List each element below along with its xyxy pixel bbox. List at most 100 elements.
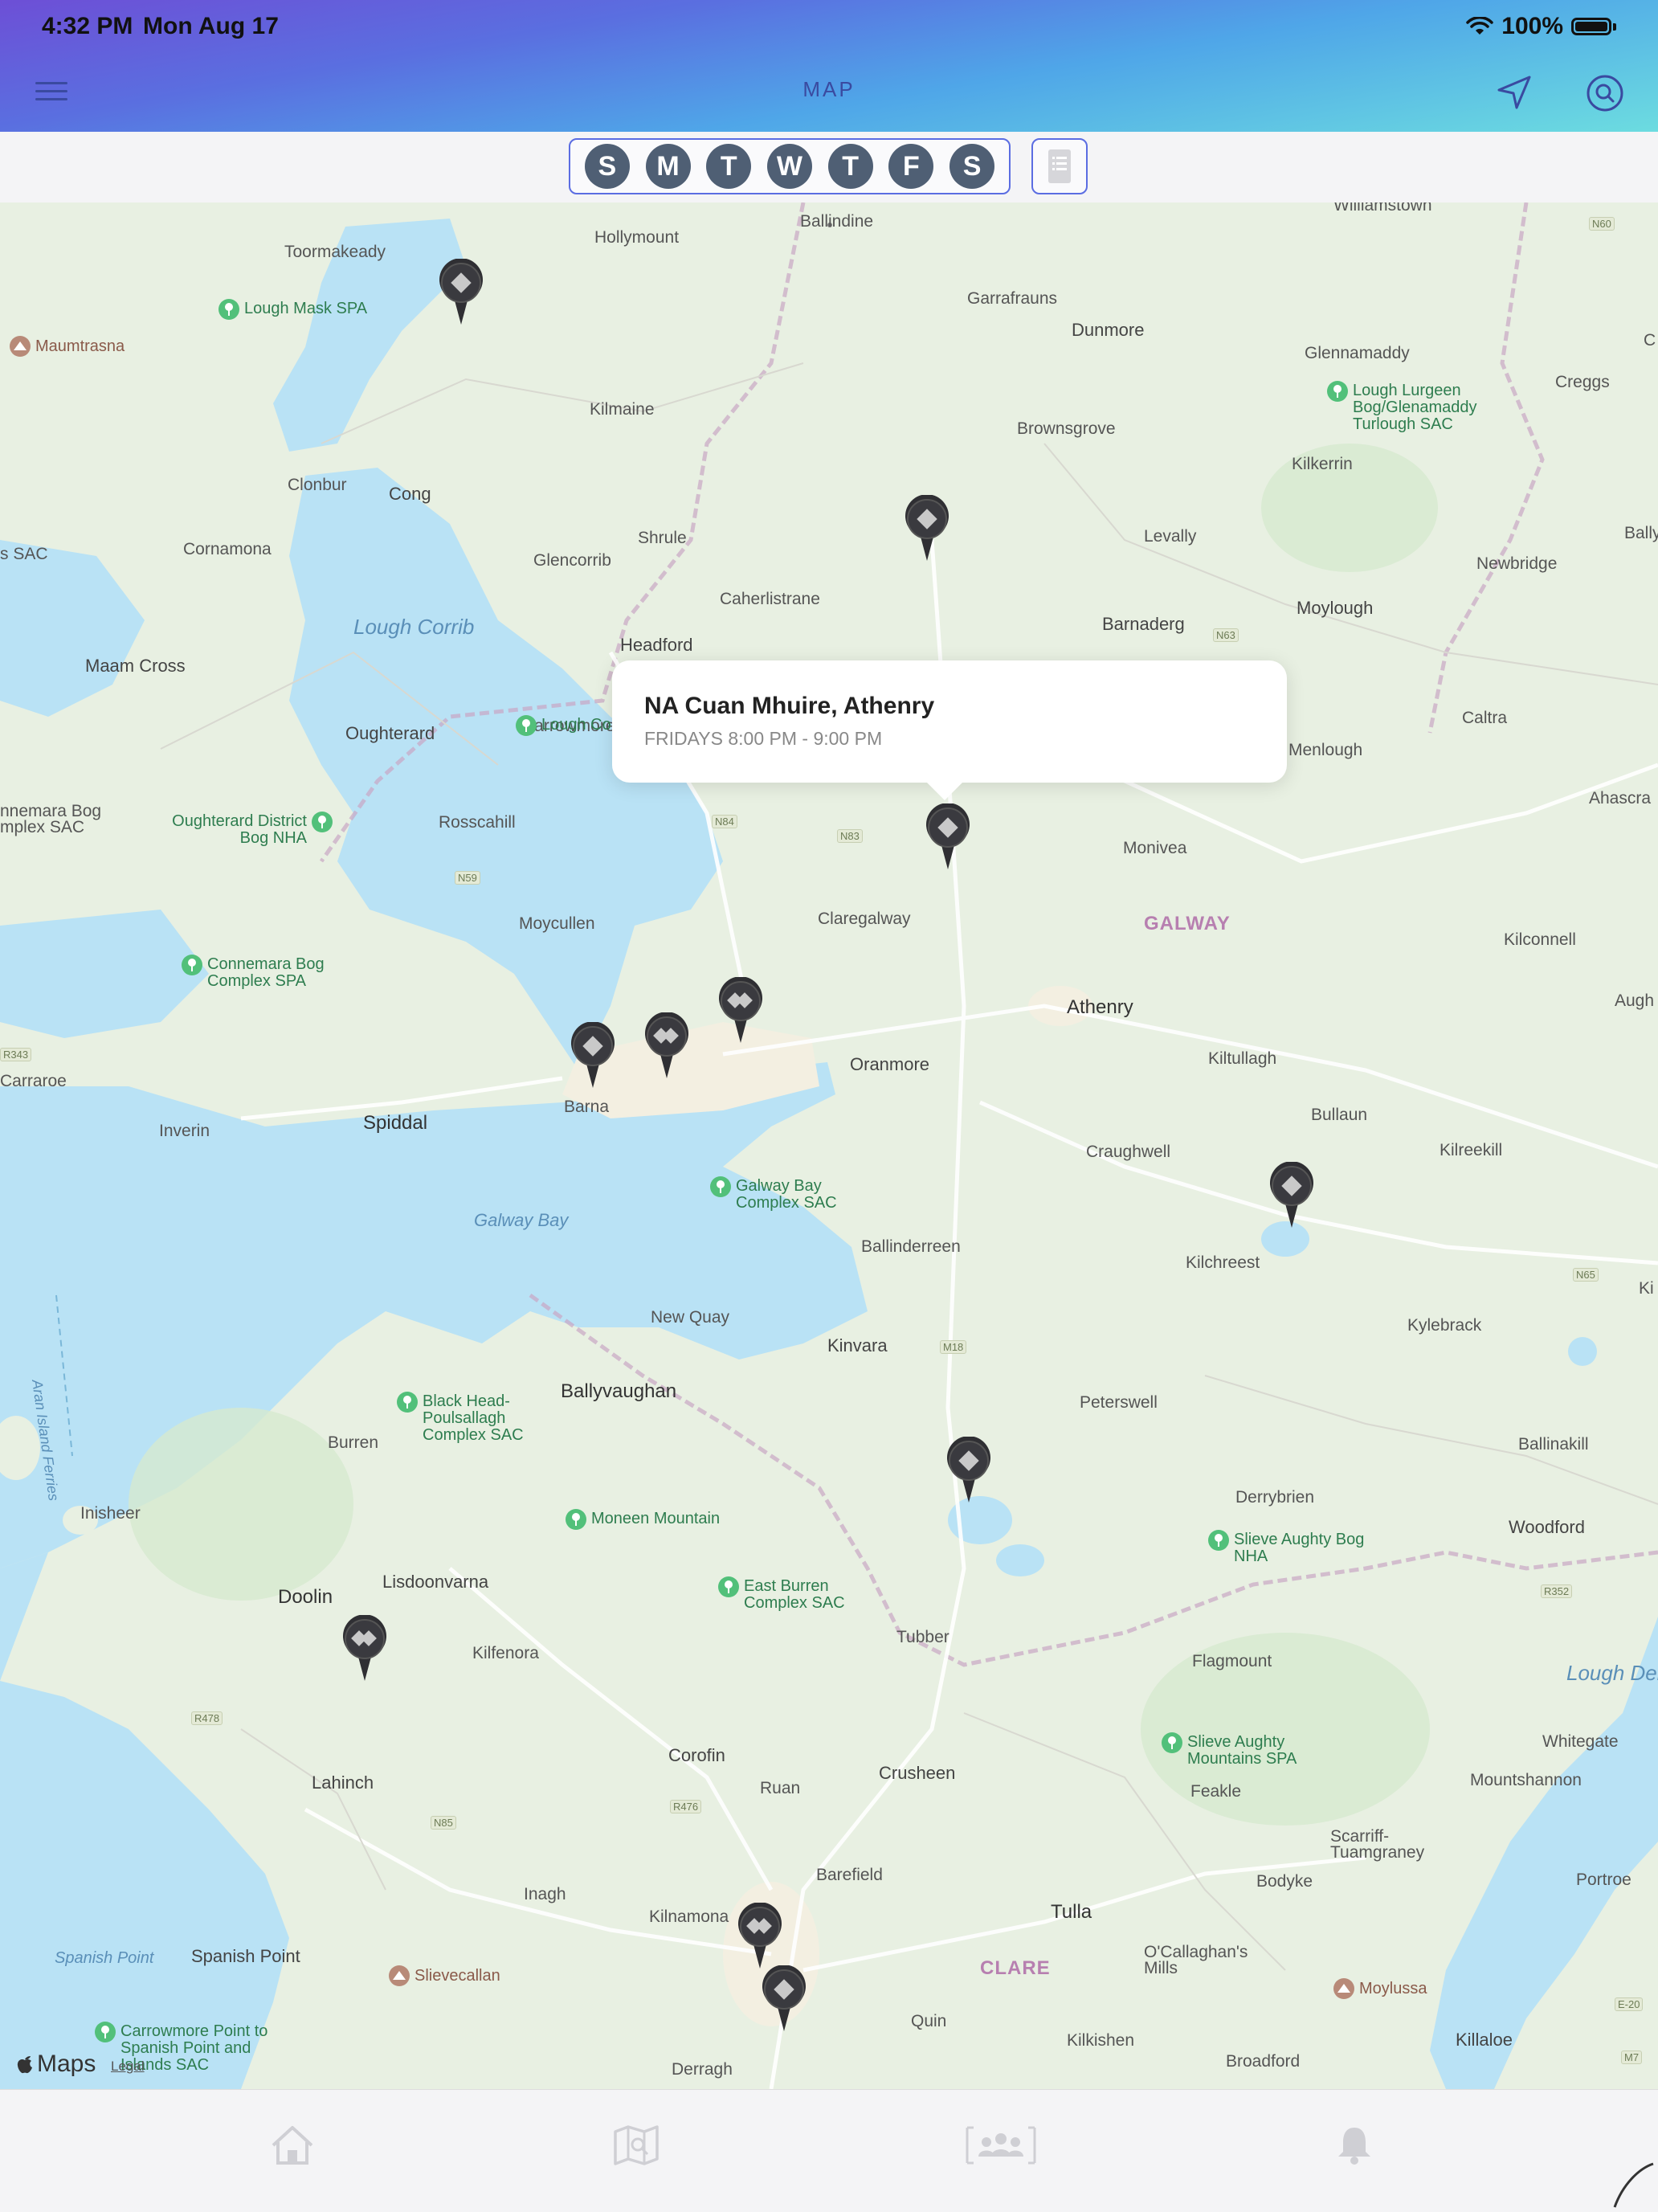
- label-ballygar: Ballyga: [1624, 524, 1658, 542]
- label-broadford: Broadford: [1226, 2052, 1301, 2071]
- park-moneen-mountain: Moneen Mountain: [566, 1509, 720, 1530]
- label-oughterard: Oughterard: [345, 723, 435, 743]
- road-shield: E-20: [1615, 1997, 1644, 2011]
- day-button-friday[interactable]: F: [888, 144, 934, 189]
- meeting-pin-cluster[interactable]: [736, 1903, 784, 1970]
- park-galway-bay: Galway Bay Complex SAC: [710, 1176, 855, 1212]
- meeting-pin-cluster[interactable]: [717, 977, 765, 1045]
- mountain-moylussa: Moylussa: [1333, 1978, 1427, 1999]
- list-view-button[interactable]: [1031, 138, 1088, 194]
- label-kilkerrin: Kilkerrin: [1292, 455, 1353, 473]
- label-kilx: Ki: [1639, 1279, 1654, 1298]
- road-shield: M7: [1621, 2050, 1643, 2064]
- meeting-pin[interactable]: [569, 1022, 617, 1090]
- label-burren: Burren: [328, 1433, 379, 1452]
- road-shield: R478: [191, 1711, 223, 1725]
- meeting-pin[interactable]: [1268, 1162, 1316, 1229]
- mountain-maumtrasna: Maumtrasna: [10, 336, 125, 357]
- meeting-pin[interactable]: [945, 1437, 993, 1504]
- label-craughwell: Craughwell: [1086, 1143, 1171, 1161]
- meeting-pin[interactable]: [437, 259, 485, 326]
- park-icon: [710, 1176, 731, 1197]
- day-button-sunday[interactable]: S: [584, 144, 630, 189]
- search-icon[interactable]: [1584, 72, 1626, 114]
- label-kiltullagh: Kiltullagh: [1208, 1049, 1277, 1068]
- park-icon: [312, 812, 333, 832]
- meeting-pin-cluster[interactable]: [643, 1012, 691, 1080]
- park-lough-corrib: Lough Co: [516, 715, 611, 736]
- road-shield: N65: [1573, 1268, 1599, 1282]
- label-county-clare: CLARE: [980, 1957, 1051, 1979]
- label-ballinderreen: Ballinderreen: [861, 1237, 961, 1256]
- day-button-saturday[interactable]: S: [949, 144, 995, 189]
- home-icon: [272, 2126, 313, 2165]
- road-shield: R476: [670, 1800, 702, 1813]
- label-kilfenora: Kilfenora: [472, 1644, 539, 1662]
- label-kilconnell: Kilconnell: [1504, 930, 1576, 949]
- label-oranmore: Oranmore: [850, 1054, 930, 1074]
- label-levally: Levally: [1144, 527, 1197, 546]
- day-selector: S M T W T F S: [569, 138, 1011, 194]
- park-lough-lurgeen: Lough Lurgeen Bog/Glenamaddy Turlough SA…: [1327, 381, 1496, 433]
- label-bodyke: Bodyke: [1256, 1872, 1313, 1891]
- label-derrybrien: Derrybrien: [1235, 1488, 1315, 1507]
- day-button-tuesday[interactable]: T: [706, 144, 752, 189]
- status-date: Mon Aug 17: [143, 13, 279, 39]
- day-button-wednesday[interactable]: W: [766, 144, 812, 189]
- location-arrow-icon[interactable]: [1494, 72, 1534, 112]
- label-lough-derg: Lough Derg: [1566, 1661, 1658, 1685]
- day-button-thursday[interactable]: T: [827, 144, 873, 189]
- label-kilmaine: Kilmaine: [590, 400, 655, 419]
- label-barnaderg: Barnaderg: [1102, 614, 1185, 634]
- label-claregalway: Claregalway: [818, 910, 911, 928]
- label-spiddal: Spiddal: [363, 1112, 428, 1134]
- wifi-icon: [1466, 17, 1494, 35]
- label-barefield: Barefield: [816, 1866, 883, 1884]
- label-shrule: Shrule: [638, 529, 687, 547]
- label-peterswell: Peterswell: [1080, 1393, 1158, 1412]
- meeting-callout[interactable]: NA Cuan Mhuire, Athenry FRIDAYS 8:00 PM …: [612, 660, 1287, 800]
- park-icon: [182, 955, 202, 975]
- label-kilnamona: Kilnamona: [649, 1907, 729, 1926]
- meeting-pin[interactable]: [903, 495, 951, 562]
- label-ballinakill: Ballinakill: [1518, 1435, 1589, 1454]
- label-maam-cross: Maam Cross: [85, 656, 186, 676]
- park-connemara-bog: Connemara Bog Complex SPA: [182, 955, 350, 990]
- tab-map[interactable]: [604, 2117, 668, 2173]
- road-shield: R343: [0, 1048, 32, 1061]
- park-slieve-aughty-bog: Slieve Aughty Bog NHA: [1208, 1530, 1369, 1565]
- label-ocallaghans-mills: O'Callaghan's Mills: [1144, 1943, 1248, 1977]
- label-cx: C: [1644, 331, 1656, 350]
- park-oughterard-bog: Oughterard District Bog NHA: [164, 812, 333, 847]
- meeting-pin-selected[interactable]: [924, 803, 972, 871]
- label-toormakeady: Toormakeady: [284, 243, 386, 261]
- meeting-pin-cluster[interactable]: [341, 1615, 389, 1683]
- label-newbridge: Newbridge: [1476, 554, 1558, 573]
- label-ruan: Ruan: [760, 1779, 801, 1797]
- list-icon: [1048, 149, 1071, 183]
- label-hollymount: Hollymount: [594, 228, 680, 247]
- label-creggs: Creggs: [1555, 373, 1610, 391]
- map-view[interactable]: Ballindine Williamstown Hollymount Toorm…: [0, 202, 1658, 2089]
- app-header: 4:32 PM Mon Aug 17 100% MAP: [0, 0, 1658, 132]
- home-indicator-corner: [1613, 2162, 1654, 2208]
- tab-notifications[interactable]: [1322, 2117, 1386, 2173]
- maps-logo-text: Maps: [37, 2050, 96, 2077]
- meeting-pin[interactable]: [760, 1965, 808, 2033]
- park-icon: [1162, 1732, 1182, 1753]
- tab-groups[interactable]: [962, 2117, 1039, 2173]
- battery-icon: [1571, 18, 1611, 35]
- label-galway-bay: Galway Bay: [474, 1210, 569, 1230]
- map-base-layer: [0, 202, 1658, 2089]
- label-connemara-left: nnemara Bog mplex SAC: [0, 802, 102, 836]
- label-kilchreest: Kilchreest: [1186, 1253, 1260, 1272]
- park-icon: [718, 1576, 739, 1597]
- road-shield: N83: [837, 829, 863, 843]
- tab-home[interactable]: [260, 2117, 325, 2173]
- label-menlough: Menlough: [1288, 741, 1363, 759]
- legal-link[interactable]: Legal: [111, 2059, 145, 2075]
- day-button-monday[interactable]: M: [645, 144, 691, 189]
- label-scarriff: Scarriff-Tuamgraney: [1330, 1827, 1425, 1862]
- road-shield: M18: [940, 1340, 967, 1354]
- label-ahascragh: Ahascra: [1589, 789, 1652, 808]
